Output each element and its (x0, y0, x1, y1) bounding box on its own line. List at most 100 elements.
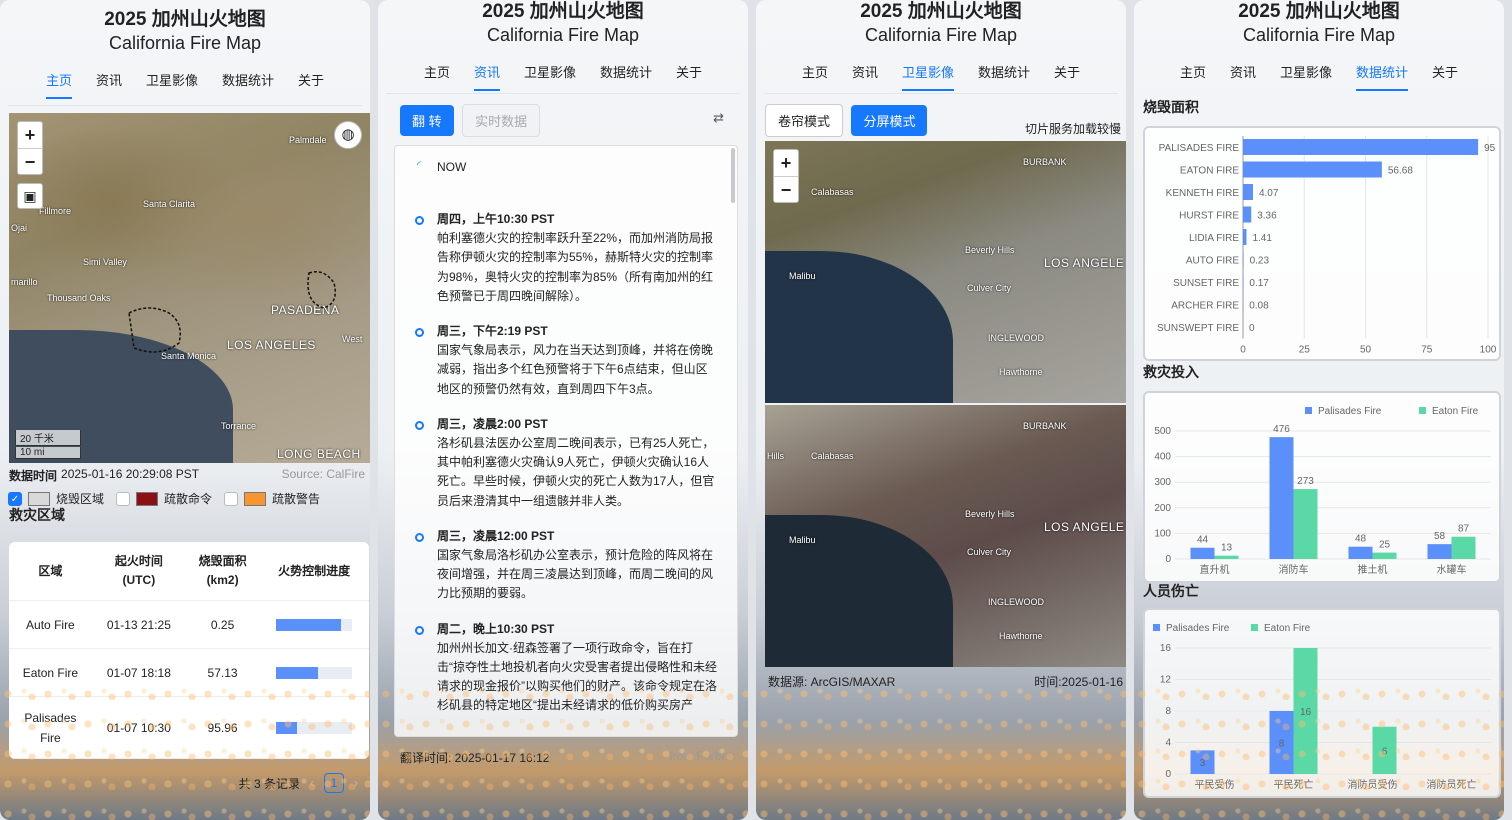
x-tick-label: 消防员受伤 (1348, 778, 1398, 791)
globe-icon[interactable]: ◍ (334, 121, 362, 149)
timeline-dot-icon (415, 216, 424, 225)
tab-about[interactable]: 关于 (1042, 56, 1092, 87)
x-tick-label: 推土机 (1358, 563, 1388, 576)
evac-warning-checkbox[interactable] (224, 491, 239, 506)
tab-home[interactable]: 主页 (790, 56, 840, 87)
progress-fill (276, 618, 341, 631)
timeline-dot-icon (415, 420, 424, 430)
burn-area-chart-card: 0 25 50 75 100 PALISADES FIRE 95 EATON FIRE 56.6… (1143, 126, 1501, 361)
x-tick-label: 0 (1240, 345, 1246, 356)
tab-news[interactable]: 资讯 (840, 56, 890, 87)
tab-satellite[interactable]: 卫星影像 (1268, 56, 1344, 87)
bar (1243, 184, 1253, 200)
data-label: 87 (1458, 524, 1470, 535)
col-progress: 火势控制进度 (259, 542, 369, 601)
news-timeline[interactable]: ◜ NOW 周四，上午10:30 PST 帕利塞德火灾的控制率跃升至22%，而加州… (394, 145, 738, 737)
split-mode-button[interactable]: 分屏模式 (851, 105, 928, 136)
data-label: 0 (1249, 323, 1255, 334)
map-label: INGLEWOOD (988, 597, 1045, 607)
tab-home[interactable]: 主页 (1168, 56, 1218, 87)
page-1-button[interactable]: 1 (324, 773, 344, 793)
tab-stats[interactable]: 数据统计 (588, 56, 664, 87)
evac-order-checkbox[interactable] (116, 491, 131, 506)
table-row[interactable]: Eaton Fire 01-07 18:18 57.13 (9, 648, 369, 697)
legend-label: 疏散警告 (272, 492, 321, 506)
zoom-in-button[interactable]: + (18, 122, 42, 148)
translate-time: 翻译时间: 2025-01-17 16:12 (400, 751, 550, 765)
item-text: 国家气象局表示，风力在当天达到顶峰，并将在傍晚减弱，指出多个红色预警将于下午6点… (437, 343, 714, 396)
curtain-mode-button[interactable]: 卷帘模式 (765, 104, 844, 137)
item-time: 周二，晚上10:30 PST (437, 621, 555, 636)
table-row[interactable]: Palisades Fire 01-07 10:30 95.96 (9, 696, 369, 759)
bar (1243, 229, 1247, 245)
tab-about[interactable]: 关于 (664, 56, 714, 87)
legend-label: 疏散命令 (164, 492, 213, 506)
data-label: 0.23 (1250, 256, 1270, 267)
x-tick-label: 平民受伤 (1195, 778, 1235, 791)
map-label: Malibu (789, 535, 816, 545)
data-label: 4.07 (1259, 188, 1279, 199)
timeline-item: 周四，上午10:30 PST 帕利塞德火灾的控制率跃升至22%，而加州消防局报告称… (395, 210, 737, 306)
tab-about[interactable]: 关于 (1420, 56, 1470, 87)
data-label: 58 (1434, 531, 1446, 542)
y-tick-label: AUTO FIRE (1186, 256, 1239, 267)
legend-swatch (1419, 407, 1426, 414)
cell-area: Auto Fire (9, 600, 92, 649)
tab-home[interactable]: 主页 (412, 56, 462, 87)
satellite-map-after[interactable]: BURBANK Calabasas Beverly Hills LOS ANGE… (765, 405, 1126, 667)
tab-satellite[interactable]: 卫星影像 (512, 56, 588, 87)
fire-map[interactable]: Palmdale Santa Clarita Simi Valley Thous… (9, 113, 370, 463)
tab-stats[interactable]: 数据统计 (966, 56, 1042, 87)
tab-news[interactable]: 资讯 (84, 64, 134, 95)
zoom-in-button[interactable]: + (774, 150, 798, 176)
app-subtitle: California Fire Map (1242, 25, 1396, 45)
next-page-button[interactable]: › (354, 776, 358, 790)
progress-fill (276, 666, 318, 679)
y-tick-label: SUNSWEPT FIRE (1157, 323, 1239, 334)
tab-home[interactable]: 主页 (34, 64, 84, 99)
data-label: 476 (1273, 424, 1290, 435)
satellite-map-before[interactable]: BURBANK Calabasas Beverly Hills LOS ANGE… (765, 141, 1126, 403)
bar (1243, 161, 1382, 178)
home-panel: 2025 加州山火地图 California Fire Map 主页 资讯 卫星… (0, 0, 370, 820)
cell-size: 0.25 (185, 600, 260, 649)
burn-area-checkbox[interactable]: ✓ (8, 491, 22, 506)
nav-bar: 主页 资讯 卫星影像 数据统计 关于 (0, 64, 370, 99)
map-label: Calabasas (811, 451, 854, 461)
tab-news[interactable]: 资讯 (462, 56, 512, 91)
basemap-toggle-icon[interactable]: ▣ (17, 183, 43, 209)
tab-stats[interactable]: 数据统计 (210, 64, 286, 95)
zoom-out-button[interactable]: − (774, 176, 798, 202)
data-label: 0.08 (1249, 301, 1269, 312)
map-label: Hills (767, 451, 784, 461)
burn-area-chart: 0 25 50 75 100 PALISADES FIRE 95 EATON FIRE 56.6… (1157, 136, 1497, 356)
bar (1243, 251, 1244, 268)
zoom-out-button[interactable]: − (18, 148, 42, 174)
map-label: Beverly Hills (965, 509, 1015, 519)
data-label: 0.17 (1249, 278, 1269, 289)
translate-button[interactable]: 翻 转 (400, 105, 454, 136)
y-tick-label: ARCHER FIRE (1171, 301, 1239, 312)
table-row[interactable]: Auto Fire 01-13 21:25 0.25 (9, 600, 369, 649)
translate-icon[interactable]: ⇄ (713, 110, 724, 126)
tab-about[interactable]: 关于 (286, 64, 336, 95)
tab-stats[interactable]: 数据统计 (1344, 56, 1420, 91)
tab-satellite[interactable]: 卫星影像 (890, 56, 966, 91)
bar (1372, 552, 1397, 559)
cell-size: 57.13 (185, 648, 260, 697)
prev-page-button[interactable]: ‹ (310, 776, 314, 790)
legend-label: Palisades Fire (1166, 623, 1230, 634)
progress-bar (276, 721, 353, 734)
bar (1214, 555, 1239, 559)
data-label: 6 (1382, 746, 1388, 757)
bar (1427, 544, 1452, 559)
map-zoom-control: + − (773, 149, 799, 203)
casualty-chart: 0 4 8 12 16 平民受伤 3 平民死亡 8 16 消防员受伤 6 消防员死亡 Palisades … (1153, 623, 1491, 791)
y-tick-label: 8 (1165, 706, 1171, 717)
tab-satellite[interactable]: 卫星影像 (134, 64, 210, 95)
app-subtitle: California Fire Map (108, 33, 262, 53)
section-title: 救灾区域 (9, 507, 65, 523)
realtime-button[interactable]: 实时数据 (462, 104, 541, 137)
tab-news[interactable]: 资讯 (1218, 56, 1268, 87)
timeline-now: ◜ NOW (395, 146, 737, 174)
